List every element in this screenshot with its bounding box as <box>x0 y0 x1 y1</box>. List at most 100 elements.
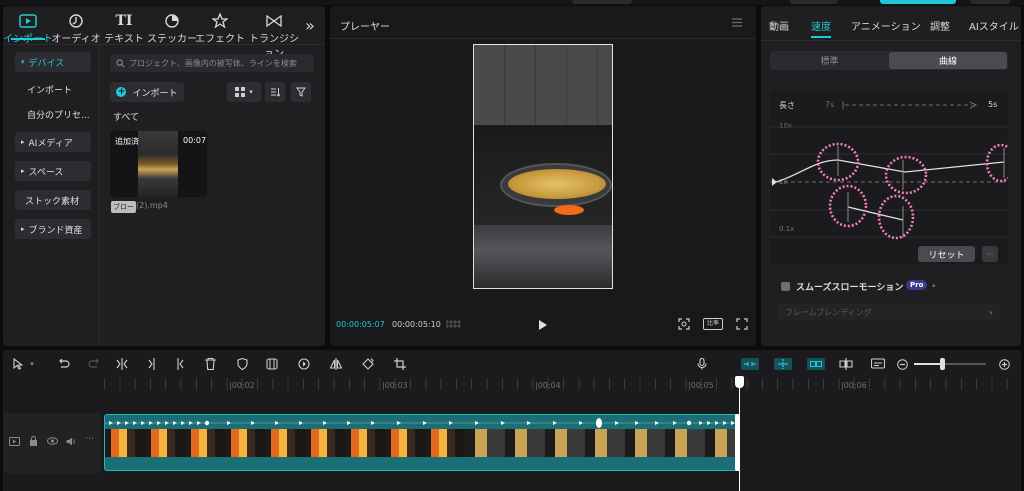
sidebar-item-brand[interactable]: ▸ ブランド資産 <box>15 219 91 239</box>
speaker-icon[interactable] <box>66 437 76 446</box>
sidebar-item-space[interactable]: ▸ スペース <box>15 161 91 181</box>
tab-ai-style[interactable]: AIスタイル <box>969 18 1019 33</box>
media-clip-card[interactable]: 追加済 00:07 <box>110 131 207 197</box>
chevron-down-icon[interactable]: ▾ <box>26 354 38 374</box>
shield-icon[interactable] <box>232 354 252 374</box>
view-mode-button[interactable]: ▾ <box>227 82 261 102</box>
video-clip[interactable] <box>104 414 740 471</box>
ratio-button[interactable]: 比率 <box>703 318 723 330</box>
more-tabs-icon[interactable]: » <box>305 16 315 35</box>
frame-blend-value: フレームブレンディング <box>785 308 872 317</box>
magnet-link-icon[interactable] <box>739 354 761 374</box>
frame-blend-select[interactable]: フレームブレンディング ▾ <box>777 304 1001 321</box>
zoom-out-icon[interactable] <box>892 354 912 374</box>
fit-screen-icon[interactable] <box>678 318 690 330</box>
sort-button[interactable] <box>265 82 285 102</box>
sidebar-item-stock[interactable]: ストック素材 <box>15 190 91 210</box>
search-input[interactable]: プロジェクト、画像内の被写体、ラインを検索 <box>110 54 314 72</box>
more-icon[interactable]: ⋯ <box>85 434 94 444</box>
mode-curve[interactable]: 曲線 <box>889 52 1007 69</box>
inspector-header-divider <box>761 40 1021 41</box>
ruler-label: |00:06 <box>841 381 867 390</box>
ruler-label: |00:04 <box>535 381 561 390</box>
select-tool-icon[interactable] <box>8 354 28 374</box>
toolbar-divider <box>3 44 325 45</box>
mirror-icon[interactable] <box>326 354 346 374</box>
rotate-icon[interactable] <box>358 354 378 374</box>
video-preview[interactable] <box>473 44 613 289</box>
lock-icon[interactable] <box>29 436 38 446</box>
player-menu-icon[interactable] <box>732 18 742 27</box>
mode-standard-label: 標準 <box>820 57 839 67</box>
tab-audio[interactable]: オーディオ <box>51 12 101 45</box>
playhead-handle[interactable] <box>735 376 744 388</box>
undo-icon[interactable] <box>54 354 74 374</box>
header-button[interactable] <box>790 0 838 4</box>
sidebar-item-import[interactable]: インポート <box>15 79 91 99</box>
header-button[interactable] <box>970 0 1010 4</box>
preview-axis-icon[interactable] <box>836 354 856 374</box>
smooth-slowmo-label: スムーズスローモーション <box>796 283 904 293</box>
plus-circle-icon: + <box>116 86 127 97</box>
split-icon[interactable] <box>112 354 132 374</box>
tab-import[interactable]: インポート <box>3 12 53 45</box>
smooth-slowmo-checkbox[interactable] <box>781 282 790 291</box>
freeze-frame-icon[interactable] <box>262 354 282 374</box>
microphone-icon[interactable] <box>692 354 712 374</box>
filter-button[interactable] <box>291 82 311 102</box>
zoom-slider-handle[interactable] <box>940 358 945 370</box>
clip-filmstrip-tint <box>465 429 739 457</box>
eye-icon[interactable] <box>47 437 58 445</box>
play-button[interactable] <box>538 319 548 331</box>
reverse-play-icon[interactable] <box>294 354 314 374</box>
zoom-slider[interactable] <box>914 358 986 370</box>
length-arrow <box>842 100 978 110</box>
crop-icon[interactable] <box>390 354 410 374</box>
clip-filename: (2).mp4 <box>136 201 168 210</box>
preview-wall <box>474 45 612 125</box>
sort-icon <box>270 87 280 97</box>
reset-button[interactable]: リセット <box>918 246 975 262</box>
linkage-icon[interactable] <box>805 354 827 374</box>
sidebar-item-ai-media[interactable]: ▸ AIメディア <box>15 132 91 152</box>
player-title: プレーヤー <box>340 22 390 33</box>
timecode-grid-icon[interactable] <box>446 319 462 329</box>
more-options-button[interactable]: ⋯ <box>982 246 998 262</box>
caption-icon[interactable] <box>868 354 888 374</box>
tab-video[interactable]: 動画 <box>769 18 789 33</box>
track-video-icon[interactable] <box>9 437 20 446</box>
import-button[interactable]: + インポート <box>110 82 184 102</box>
export-button[interactable] <box>880 0 956 4</box>
sidebar-item-device[interactable]: ▾ デバイス <box>15 52 91 72</box>
split-left-icon[interactable] <box>142 354 162 374</box>
sidebar-item-presets[interactable]: 自分のプリセ... <box>15 104 91 124</box>
tab-adjust[interactable]: 調整 <box>930 18 950 33</box>
tab-transition[interactable]: トランジション <box>245 12 303 60</box>
tab-speed[interactable]: 速度 <box>811 18 831 33</box>
length-label: 長さ <box>779 101 795 110</box>
import-button-label: インポート <box>132 88 178 99</box>
zoom-in-icon[interactable] <box>994 354 1014 374</box>
mode-standard[interactable]: 標準 <box>770 51 889 70</box>
tab-animation[interactable]: アニメーション <box>851 18 921 33</box>
chevron-up-icon[interactable]: ▴ <box>932 281 936 289</box>
tab-text[interactable]: TI テキスト <box>99 12 149 45</box>
header-button[interactable] <box>572 0 632 4</box>
reset-button-label: リセット <box>928 250 965 261</box>
tab-effect[interactable]: エフェクト <box>195 12 245 45</box>
text-icon: TI <box>115 13 133 29</box>
sidebar-item-label: 自分のプリセ... <box>27 110 90 121</box>
delete-icon[interactable] <box>200 354 220 374</box>
split-right-icon[interactable] <box>170 354 190 374</box>
redo-icon[interactable] <box>84 354 104 374</box>
clip-tag: ブロー <box>111 201 136 213</box>
playhead-line[interactable] <box>739 381 740 491</box>
mode-curve-label: 曲線 <box>938 57 957 67</box>
player-header-divider <box>330 38 756 39</box>
auto-snap-icon[interactable] <box>772 354 794 374</box>
sidebar-divider <box>99 45 100 346</box>
preview-front <box>474 225 612 288</box>
fullscreen-icon[interactable] <box>736 318 748 330</box>
transition-icon <box>266 15 282 27</box>
tab-sticker[interactable]: ステッカー <box>147 12 197 45</box>
